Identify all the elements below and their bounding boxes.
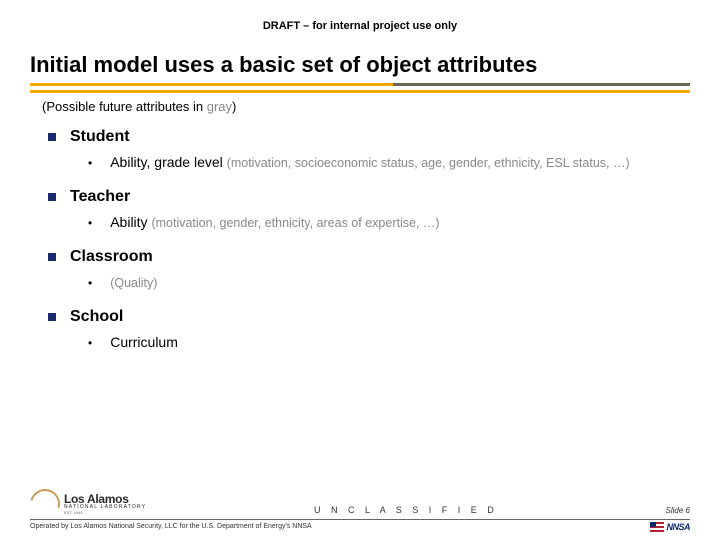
nnsa-text: NNSA <box>666 522 690 532</box>
dot-bullet-icon: • <box>88 156 92 170</box>
nnsa-logo: NNSA <box>650 522 690 532</box>
lanl-swoosh-icon <box>30 493 58 515</box>
sub-main: Ability, grade level <box>110 154 226 170</box>
slide-number: Slide 6 <box>666 506 690 515</box>
lanl-logo: Los Alamos NATIONAL LABORATORY EST. 1943 <box>30 493 146 515</box>
square-bullet-icon <box>48 193 56 201</box>
square-bullet-icon <box>48 313 56 321</box>
subtitle-prefix: (Possible future attributes in <box>42 99 207 114</box>
dot-bullet-icon: • <box>88 276 92 290</box>
content: Student • Ability, grade level (motivati… <box>48 128 690 350</box>
item-label: Teacher <box>70 188 130 206</box>
dot-bullet-icon: • <box>88 336 92 350</box>
classification-label: U N C L A S S I F I E D <box>146 505 665 515</box>
title-rule-top <box>30 83 690 86</box>
item-subtext: Ability (motivation, gender, ethnicity, … <box>110 214 439 230</box>
item-classroom: Classroom • (Quality) <box>48 248 690 290</box>
sub-gray: (Quality) <box>110 276 157 290</box>
lanl-est: EST. 1943 <box>64 511 146 515</box>
item-teacher: Teacher • Ability (motivation, gender, e… <box>48 188 690 230</box>
item-student: Student • Ability, grade level (motivati… <box>48 128 690 170</box>
dot-bullet-icon: • <box>88 216 92 230</box>
subtitle: (Possible future attributes in gray) <box>42 99 720 114</box>
footer-rule <box>30 519 690 520</box>
item-school: School • Curriculum <box>48 308 690 350</box>
item-subtext: Ability, grade level (motivation, socioe… <box>110 154 629 170</box>
item-subtext: Curriculum <box>110 334 178 350</box>
sub-gray: (motivation, socioeconomic status, age, … <box>227 156 630 170</box>
item-label: Student <box>70 128 130 146</box>
title-block: Initial model uses a basic set of object… <box>30 52 690 93</box>
sub-gray: (motivation, gender, ethnicity, areas of… <box>151 216 439 230</box>
operated-by: Operated by Los Alamos National Security… <box>30 523 690 530</box>
flag-icon <box>650 522 664 532</box>
sub-main: Curriculum <box>110 334 178 350</box>
square-bullet-icon <box>48 133 56 141</box>
item-label: School <box>70 308 123 326</box>
slide-title: Initial model uses a basic set of object… <box>30 52 690 81</box>
item-label: Classroom <box>70 248 153 266</box>
draft-header: DRAFT – for internal project use only <box>0 0 720 32</box>
sub-main: Ability <box>110 214 151 230</box>
subtitle-suffix: ) <box>232 99 236 114</box>
square-bullet-icon <box>48 253 56 261</box>
item-subtext: (Quality) <box>110 274 157 290</box>
title-rule-accent <box>30 90 690 93</box>
subtitle-gray-word: gray <box>207 99 232 114</box>
footer: Los Alamos NATIONAL LABORATORY EST. 1943… <box>0 493 720 540</box>
